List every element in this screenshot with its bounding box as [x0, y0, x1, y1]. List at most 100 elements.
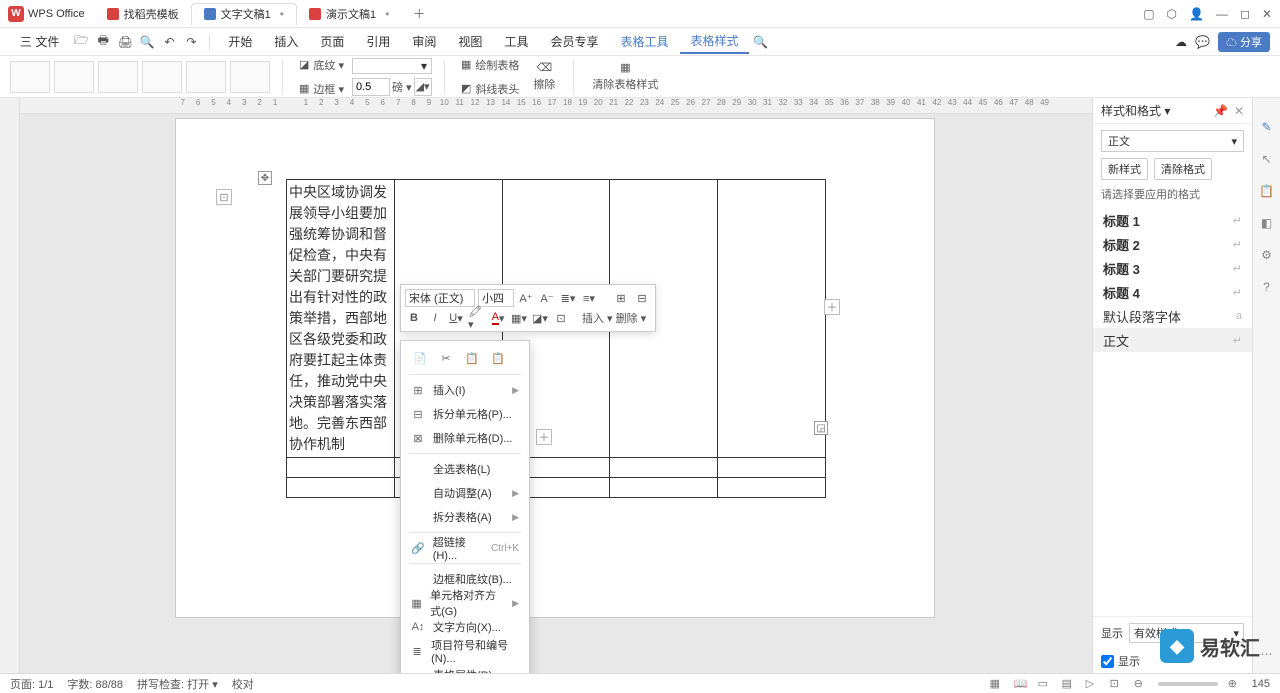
- zoom-value[interactable]: 145: [1252, 678, 1270, 690]
- avatar-icon[interactable]: 👤: [1189, 7, 1204, 21]
- file-menu[interactable]: 三 文件: [10, 30, 69, 53]
- layers-icon[interactable]: ◧: [1258, 214, 1276, 232]
- row-options-icon[interactable]: ⊡: [216, 189, 232, 205]
- spellcheck-toggle[interactable]: 拼写检查: 打开 ▾: [137, 676, 218, 692]
- settings-icon[interactable]: ⚙: [1258, 246, 1276, 264]
- show-preview-checkbox[interactable]: [1101, 655, 1114, 668]
- fit-icon[interactable]: ⊡: [1110, 677, 1124, 691]
- feedback-icon[interactable]: 💬: [1195, 35, 1210, 49]
- underline-icon[interactable]: U▾: [447, 309, 465, 327]
- ctx-split-cell[interactable]: ⊟拆分单元格(P)...: [401, 402, 529, 426]
- increase-font-icon[interactable]: A⁺: [517, 289, 535, 307]
- minimize-icon[interactable]: —: [1216, 7, 1228, 21]
- split-icon[interactable]: ⊟: [633, 289, 651, 307]
- save-icon[interactable]: 🖶: [93, 32, 113, 52]
- shading-icon[interactable]: ◪▾: [531, 309, 549, 327]
- new-style-button[interactable]: 新样式: [1101, 158, 1148, 180]
- ctx-insert[interactable]: ⊞插入(I)▶: [401, 378, 529, 402]
- table-style-preset[interactable]: [186, 61, 226, 93]
- view-mode-icon[interactable]: ▦: [990, 677, 1004, 691]
- style-item[interactable]: 标题 4↵: [1093, 280, 1252, 304]
- ctx-hyperlink[interactable]: 🔗超链接(H)...Ctrl+K: [401, 536, 529, 560]
- outline-icon[interactable]: ▤: [1062, 677, 1076, 691]
- tab-templates[interactable]: 找稻壳模板: [95, 3, 191, 25]
- shading-dropdown[interactable]: ◪底纹 ▾: [295, 55, 348, 75]
- ctx-table-props[interactable]: 表格属性(R)...: [401, 663, 529, 673]
- search-icon[interactable]: 🔍: [751, 32, 771, 52]
- open-icon[interactable]: 🗁: [71, 32, 91, 52]
- align-icon[interactable]: ≡▾: [580, 289, 598, 307]
- tab-close-icon[interactable]: •: [280, 7, 284, 21]
- add-tab-button[interactable]: ＋: [409, 4, 429, 24]
- italic-icon[interactable]: I: [426, 309, 444, 327]
- document-table[interactable]: 中央区域协调发展领导小组要加强统筹协调和督促检查，中央有关部门要研究提出有针对性…: [286, 179, 826, 498]
- style-item[interactable]: 标题 2↵: [1093, 232, 1252, 256]
- table-style-preset[interactable]: [98, 61, 138, 93]
- table-style-preset[interactable]: [10, 61, 50, 93]
- draw-table-button[interactable]: ▦绘制表格: [457, 55, 523, 75]
- font-color-icon[interactable]: A▾: [489, 309, 507, 327]
- reading-icon[interactable]: 📖: [1014, 677, 1028, 691]
- font-family-select[interactable]: 宋体 (正文): [405, 289, 475, 307]
- current-style-select[interactable]: 正文▾: [1101, 130, 1244, 152]
- help-icon[interactable]: ?: [1258, 278, 1276, 296]
- line-unit-dropdown[interactable]: 磅 ▾: [392, 79, 412, 95]
- table-move-handle[interactable]: ✥: [258, 171, 272, 185]
- web-layout-icon[interactable]: ▭: [1038, 677, 1052, 691]
- autofit-icon[interactable]: ⊡: [552, 309, 570, 327]
- menu-vip[interactable]: 会员专享: [540, 30, 608, 53]
- menu-page[interactable]: 页面: [310, 30, 354, 53]
- table-style-preset[interactable]: [142, 61, 182, 93]
- highlight-icon[interactable]: 🖍▾: [468, 309, 486, 327]
- ctx-text-direction[interactable]: A↕文字方向(X)...: [401, 615, 529, 639]
- ctx-split-table[interactable]: 拆分表格(A)▶: [401, 505, 529, 529]
- add-row-button[interactable]: ＋: [536, 429, 552, 445]
- add-column-button[interactable]: ＋: [824, 299, 840, 315]
- list-icon[interactable]: ≣▾: [559, 289, 577, 307]
- play-icon[interactable]: ▷: [1086, 677, 1100, 691]
- line-width-input[interactable]: [352, 78, 390, 96]
- zoom-out-icon[interactable]: ⊖: [1134, 677, 1148, 691]
- word-count[interactable]: 字数: 88/88: [67, 676, 123, 692]
- clear-format-button[interactable]: 清除格式: [1154, 158, 1212, 180]
- copy-icon[interactable]: 📄: [411, 349, 429, 367]
- print-icon[interactable]: 🖨: [115, 32, 135, 52]
- menu-view[interactable]: 视图: [448, 30, 492, 53]
- ctx-delete-cell[interactable]: ⊠删除单元格(D)...: [401, 426, 529, 450]
- border-icon[interactable]: ▦▾: [510, 309, 528, 327]
- erase-button[interactable]: ⌫擦除: [527, 59, 561, 94]
- table-style-preset[interactable]: [54, 61, 94, 93]
- clipboard-icon[interactable]: 📋: [1258, 182, 1276, 200]
- tab-close-icon[interactable]: •: [385, 7, 389, 21]
- table-resize-handle[interactable]: ◲: [814, 421, 828, 435]
- style-item[interactable]: 标题 1↵: [1093, 208, 1252, 232]
- diagonal-header-button[interactable]: ◩斜线表头: [457, 79, 523, 99]
- ctx-auto-fit[interactable]: 自动调整(A)▶: [401, 481, 529, 505]
- delete-dropdown[interactable]: 删除 ▾: [616, 309, 647, 327]
- menu-reference[interactable]: 引用: [356, 30, 400, 53]
- close-icon[interactable]: ✕: [1234, 104, 1244, 118]
- clear-style-button[interactable]: ▦清除表格样式: [586, 59, 664, 94]
- preview-icon[interactable]: 🔍: [137, 32, 157, 52]
- redo-icon[interactable]: ↷: [181, 32, 201, 52]
- menu-start[interactable]: 开始: [218, 30, 262, 53]
- proofread-label[interactable]: 校对: [232, 676, 254, 692]
- page-indicator[interactable]: 页面: 1/1: [10, 676, 53, 692]
- share-button[interactable]: ☁ 分享: [1218, 32, 1270, 52]
- style-item[interactable]: 默认段落字体a: [1093, 304, 1252, 328]
- border-dropdown[interactable]: ▦边框 ▾: [295, 79, 348, 99]
- window-icon[interactable]: ▢: [1143, 7, 1154, 21]
- close-icon[interactable]: ✕: [1262, 7, 1272, 21]
- tab-presentation[interactable]: 演示文稿1 •: [297, 3, 401, 25]
- ctx-cell-align[interactable]: ▦单元格对齐方式(G)▶: [401, 591, 529, 615]
- pin-icon[interactable]: 📌: [1213, 104, 1228, 118]
- paste-icon[interactable]: 📋: [463, 349, 481, 367]
- paste-special-icon[interactable]: 📋: [489, 349, 507, 367]
- maximize-icon[interactable]: ◻: [1240, 7, 1250, 21]
- menu-table-style[interactable]: 表格样式: [680, 29, 748, 54]
- bold-icon[interactable]: B: [405, 309, 423, 327]
- tab-document-active[interactable]: 文字文稿1 •: [191, 3, 297, 25]
- panel-title[interactable]: 样式和格式 ▾: [1101, 102, 1170, 119]
- cut-icon[interactable]: ✂: [437, 349, 455, 367]
- select-icon[interactable]: ↖: [1258, 150, 1276, 168]
